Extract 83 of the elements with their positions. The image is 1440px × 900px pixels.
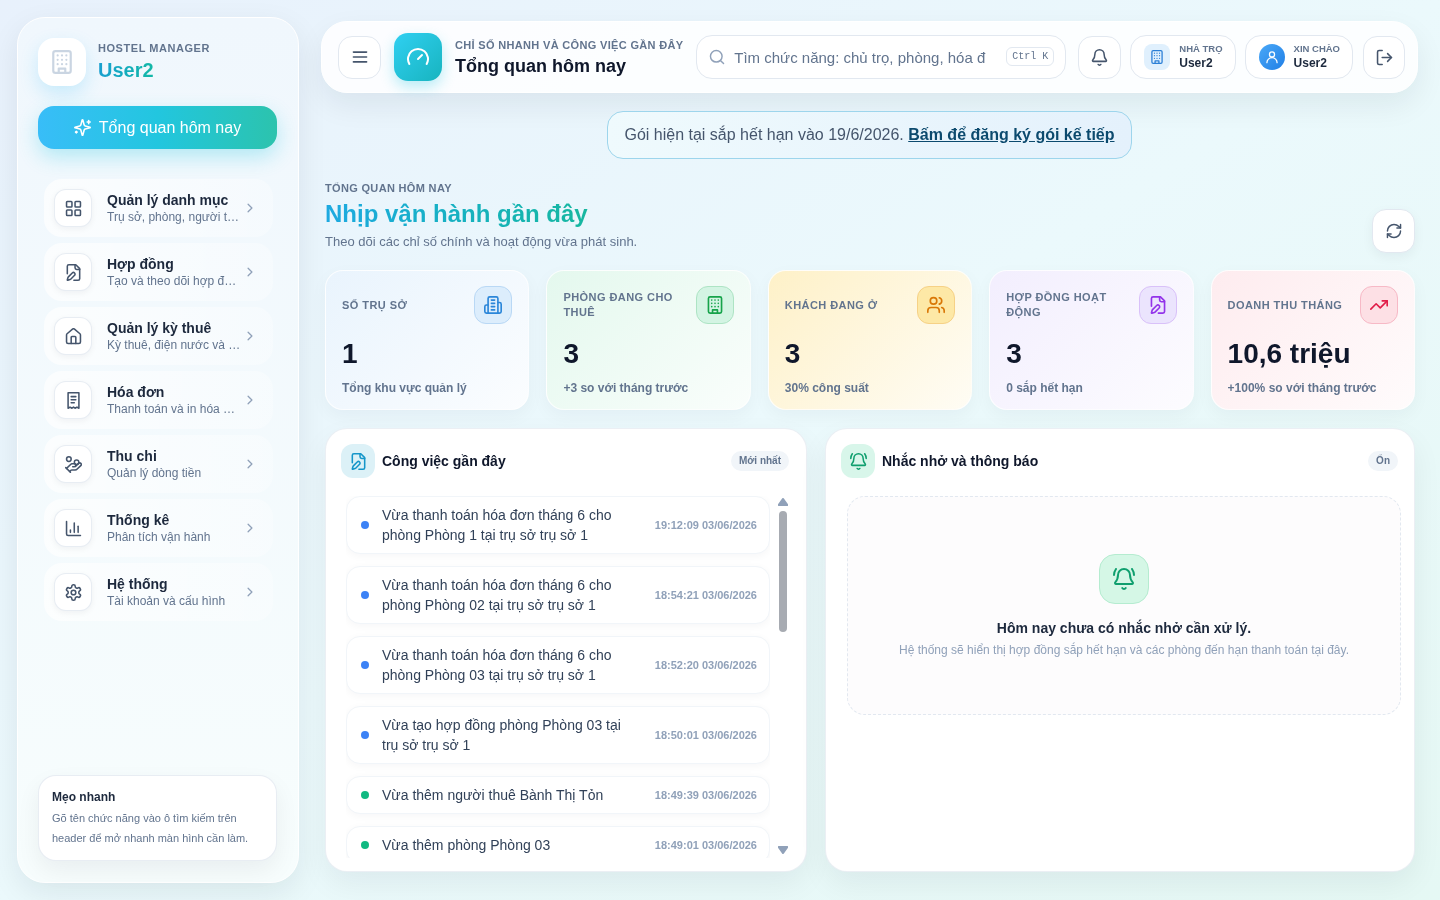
refresh-button[interactable]: [1372, 209, 1415, 253]
status-badge: Ổn: [1368, 451, 1398, 471]
gauge-icon: [394, 33, 442, 81]
file-pen-icon: [54, 253, 92, 291]
activity-text: Vừa thêm người thuê Bành Thị Tỏn: [382, 786, 605, 805]
activity-time: 18:54:21 03/06/2026: [654, 587, 757, 603]
activity-time: 18:50:01 03/06/2026: [654, 727, 757, 743]
nav-item[interactable]: Quản lý kỳ thuê Kỳ thuê, điện nước và …: [44, 307, 273, 365]
user-avatar-icon: [1258, 44, 1285, 70]
stat-note: +3 so với tháng trước: [563, 380, 690, 396]
activity-time: 18:49:01 03/06/2026: [654, 837, 757, 853]
scrollbar-thumb[interactable]: [778, 511, 787, 632]
file-pen-icon: [341, 444, 375, 478]
register-plan-link[interactable]: Bấm để đăng ký gói kế tiếp: [908, 126, 1115, 143]
menu-icon: [350, 48, 369, 66]
activity-time: 18:49:39 03/06/2026: [654, 787, 757, 803]
section-subtitle: Theo dõi các chỉ số chính và hoạt động vừa phát sinh.: [325, 233, 638, 251]
plan-expiry-notice: Gói hiện tại sắp hết hạn vào 19/6/2026. Bấm để đăng ký gói kế tiếp: [624, 124, 1115, 145]
panel-title: Nhắc nhở và thông báo: [882, 451, 1040, 471]
section-eyebrow: TỔNG QUAN HÔM NAY: [325, 181, 453, 195]
scroll-down-icon[interactable]: [777, 846, 788, 854]
building-logo-icon: [38, 38, 86, 86]
stat-note: 0 sắp hết hạn: [1006, 380, 1084, 396]
bar-chart-icon: [54, 509, 92, 547]
bell-ring-icon: [841, 444, 875, 478]
stat-label: DOANH THU THÁNG: [1227, 297, 1344, 313]
stat-note: +100% so với tháng trước: [1227, 380, 1378, 396]
stat-value: 1: [342, 338, 359, 370]
activity-item[interactable]: Vừa tạo hợp đồng phòng Phòng 03 tại trụ sở trụ sở 1 18:50:01 03/06/2026: [346, 706, 770, 764]
stat-label: KHÁCH ĐANG Ở: [784, 297, 879, 313]
search-icon: [709, 49, 726, 65]
stat-note: 30% công suất: [784, 380, 870, 396]
bell-ring-icon: [1099, 553, 1149, 604]
stat-value: 3: [1006, 338, 1023, 370]
activity-text: Vừa tạo hợp đồng phòng Phòng 03 tại trụ sở trụ sở 1: [382, 716, 622, 755]
stat-label: PHÒNG ĐANG CHO THUÊ: [563, 290, 674, 320]
brand-caption: HOSTEL MANAGER: [98, 41, 210, 55]
stat-value: 10,6 triệu: [1227, 338, 1352, 370]
activity-time: 19:12:09 03/06/2026: [654, 517, 757, 533]
hostel-selector[interactable]: NHÀ TRỌ User2: [1130, 35, 1236, 79]
shortcut-key: Ctrl K: [1006, 47, 1055, 66]
sort-badge: Mới nhất: [730, 451, 789, 471]
stat-value: 3: [563, 338, 580, 370]
grid-icon: [54, 189, 92, 227]
menu-button[interactable]: [338, 35, 381, 79]
nav-item[interactable]: Hóa đơn Thanh toán và in hóa …: [44, 371, 273, 429]
settings-icon: [54, 573, 92, 611]
refresh-icon: [1385, 223, 1402, 239]
activity-text: Vừa thanh toán hóa đơn tháng 6 cho phòng Phòng 1 tại trụ sở trụ sở 1: [382, 506, 613, 545]
nav-item[interactable]: Quản lý danh mục Trụ sở, phòng, người t…: [44, 179, 273, 237]
scroll-up-icon[interactable]: [777, 498, 788, 506]
nav-item[interactable]: Thu chi Quản lý dòng tiền: [44, 435, 273, 493]
activity-item[interactable]: Vừa thêm phòng Phòng 03 18:49:01 03/06/2026: [346, 826, 770, 858]
user-menu-button[interactable]: XIN CHÀO User2: [1244, 35, 1353, 79]
tip-title: Mẹo nhanh: [52, 789, 117, 806]
page-title: Tổng quan hôm nay: [455, 54, 627, 77]
activity-text: Vừa thanh toán hóa đơn tháng 6 cho phòng Phòng 02 tại trụ sở trụ sở 1: [382, 576, 613, 615]
notifications-button[interactable]: [1078, 35, 1122, 79]
empty-state-title: Hôm nay chưa có nhắc nhở cần xử lý.: [996, 618, 1252, 637]
activity-item[interactable]: Vừa thanh toán hóa đơn tháng 6 cho phòng Phòng 02 tại trụ sở trụ sở 1 18:54:21 03/06/2026: [346, 566, 770, 624]
sparkles-icon: [73, 119, 91, 136]
nav-item[interactable]: Hợp đồng Tạo và theo dõi hợp đ…: [44, 243, 273, 301]
activity-time: 18:52:20 03/06/2026: [654, 657, 757, 673]
empty-state-text: Hệ thống sẽ hiển thị hợp đồng sắp hết hạn và các phòng đến hạn thanh toán tại đây.: [899, 641, 1349, 658]
bell-icon: [1091, 48, 1109, 66]
activity-text: Vừa thêm phòng Phòng 03: [382, 836, 552, 855]
stat-value: 3: [784, 338, 802, 370]
logout-button[interactable]: [1363, 35, 1405, 79]
logout-icon: [1375, 48, 1393, 66]
activity-item[interactable]: Vừa thêm người thuê Bành Thị Tỏn 18:49:39 03/06/2026: [346, 776, 770, 814]
activity-text: Vừa thanh toán hóa đơn tháng 6 cho phòng Phòng 03 tại trụ sở trụ sở 1: [382, 646, 613, 685]
house-icon: [54, 317, 92, 355]
hand-coins-icon: [54, 445, 92, 483]
stat-label: SỐ TRỤ SỞ: [342, 297, 409, 313]
page-caption: CHỈ SỐ NHANH VÀ CÔNG VIỆC GẦN ĐÂY: [455, 37, 685, 52]
receipt-icon: [54, 381, 92, 419]
tip-text: Gõ tên chức năng vào ô tìm kiếm trên header để mở nhanh màn hình cần làm.: [52, 811, 250, 846]
stat-note: Tổng khu vực quản lý: [342, 380, 468, 396]
building-icon: [1144, 44, 1171, 70]
panel-title: Công việc gần đây: [382, 452, 507, 471]
activity-item[interactable]: Vừa thanh toán hóa đơn tháng 6 cho phòng Phòng 1 tại trụ sở trụ sở 1 19:12:09 03/06/2026: [346, 496, 770, 554]
activity-item[interactable]: Vừa thanh toán hóa đơn tháng 6 cho phòng Phòng 03 tại trụ sở trụ sở 1 18:52:20 03/06/2026: [346, 636, 770, 694]
stat-label: HỢP ĐỒNG HOẠT ĐỘNG: [1006, 290, 1108, 320]
